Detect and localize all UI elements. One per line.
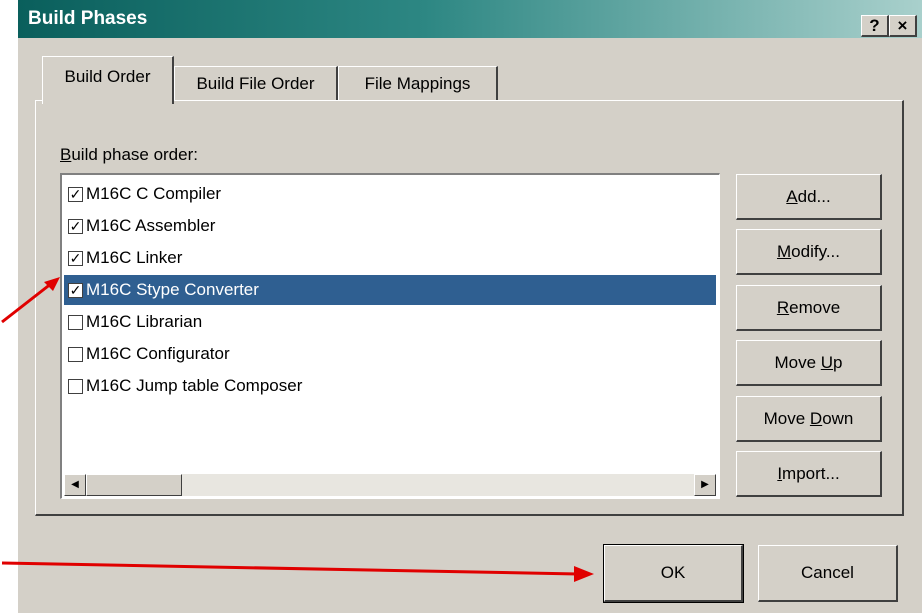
list-item-label: M16C Linker bbox=[86, 248, 183, 267]
ok-button[interactable]: OK bbox=[603, 544, 744, 603]
close-button[interactable]: × bbox=[889, 15, 917, 37]
scroll-right-icon[interactable]: ▶ bbox=[694, 474, 716, 496]
list-item[interactable]: M16C Jump table Composer bbox=[64, 371, 716, 401]
list-item[interactable]: ✓ M16C C Compiler bbox=[64, 179, 716, 209]
remove-button[interactable]: Remove bbox=[736, 285, 882, 331]
modify-button[interactable]: Modify... bbox=[736, 229, 882, 275]
list-item[interactable]: M16C Configurator bbox=[64, 339, 716, 369]
tab-build-order[interactable]: Build Order bbox=[42, 56, 174, 104]
import-button[interactable]: Import... bbox=[736, 451, 882, 497]
add-button[interactable]: Add... bbox=[736, 174, 882, 220]
build-phase-order-label: Build phase order: bbox=[60, 145, 198, 164]
list-item-label: M16C Assembler bbox=[86, 216, 216, 235]
checkbox[interactable] bbox=[68, 315, 83, 330]
build-phases-dialog: Build Phases ? × Build Order Build File … bbox=[18, 0, 922, 613]
move-down-button[interactable]: Move Down bbox=[736, 396, 882, 442]
title-bar[interactable]: Build Phases ? × bbox=[18, 0, 922, 38]
horizontal-scrollbar[interactable]: ◀ ▶ bbox=[64, 474, 716, 496]
list-item[interactable]: M16C Librarian bbox=[64, 307, 716, 337]
scroll-thumb[interactable] bbox=[86, 474, 182, 496]
window-title: Build Phases bbox=[28, 8, 148, 29]
list-item-label: M16C Stype Converter bbox=[86, 280, 259, 299]
help-button[interactable]: ? bbox=[861, 15, 889, 37]
checkbox[interactable]: ✓ bbox=[68, 187, 83, 202]
checkbox[interactable]: ✓ bbox=[68, 283, 83, 298]
scroll-left-icon[interactable]: ◀ bbox=[64, 474, 86, 496]
checkbox[interactable] bbox=[68, 347, 83, 362]
move-up-button[interactable]: Move Up bbox=[736, 340, 882, 386]
list-item[interactable]: ✓ M16C Assembler bbox=[64, 211, 716, 241]
build-phase-list[interactable]: ✓ M16C C Compiler ✓ M16C Assembler ✓ M16… bbox=[60, 173, 720, 499]
tab-file-mappings[interactable]: File Mappings bbox=[338, 66, 498, 100]
list-item[interactable]: ✓ M16C Linker bbox=[64, 243, 716, 273]
list-item-label: M16C Jump table Composer bbox=[86, 376, 303, 395]
checkbox[interactable]: ✓ bbox=[68, 219, 83, 234]
checkbox[interactable] bbox=[68, 379, 83, 394]
list-item-label: M16C Librarian bbox=[86, 312, 203, 331]
checkbox[interactable]: ✓ bbox=[68, 251, 83, 266]
cancel-button[interactable]: Cancel bbox=[758, 545, 898, 602]
list-item-label: M16C C Compiler bbox=[86, 184, 222, 203]
list-item-label: M16C Configurator bbox=[86, 344, 230, 363]
list-item-selected[interactable]: ✓ M16C Stype Converter bbox=[64, 275, 716, 305]
tab-build-file-order[interactable]: Build File Order bbox=[174, 66, 338, 100]
